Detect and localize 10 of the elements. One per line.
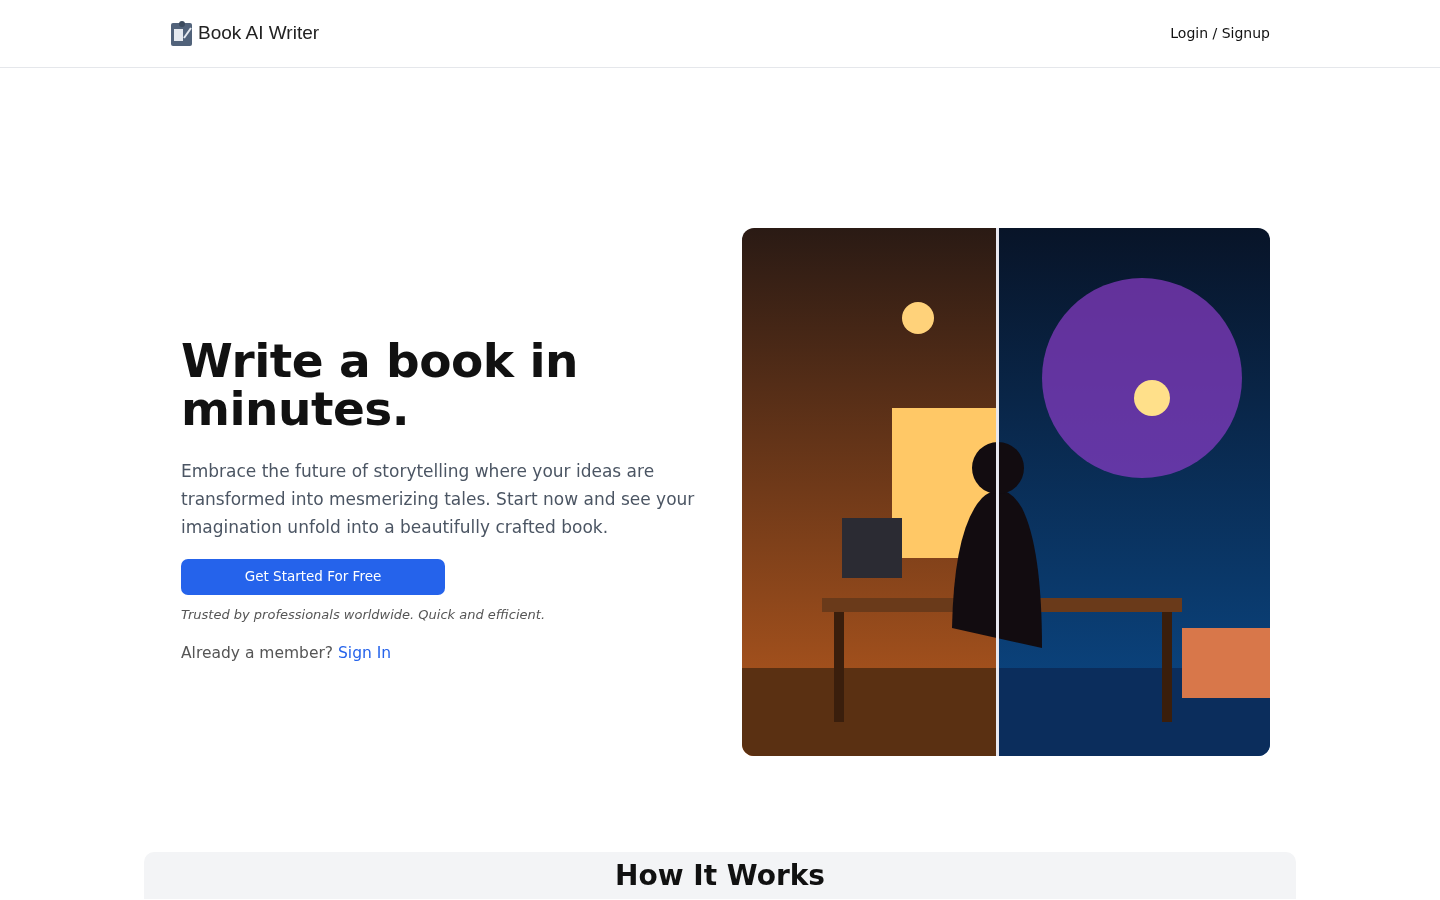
sign-in-link[interactable]: Sign In — [338, 644, 392, 663]
trust-note: Trusted by professionals worldwide. Quick and efficient. — [181, 605, 547, 624]
login-signup-link[interactable]: Login / Signup — [1170, 23, 1270, 44]
brand-name[interactable]: Book AI Writer — [198, 19, 320, 48]
get-started-button[interactable]: Get Started For Free — [181, 558, 445, 595]
member-prompt: Already a member? — [181, 644, 334, 663]
book-logo-icon — [170, 19, 194, 48]
hero-heading: Write a book in minutes. — [181, 336, 579, 433]
section-heading: How It Works — [613, 859, 827, 893]
hero-description: Embrace the future of storytelling where your ideas are transformed into mesmerizing tales. Start now and see your imagination unfold into a beautifully crafted book. — [181, 459, 696, 539]
